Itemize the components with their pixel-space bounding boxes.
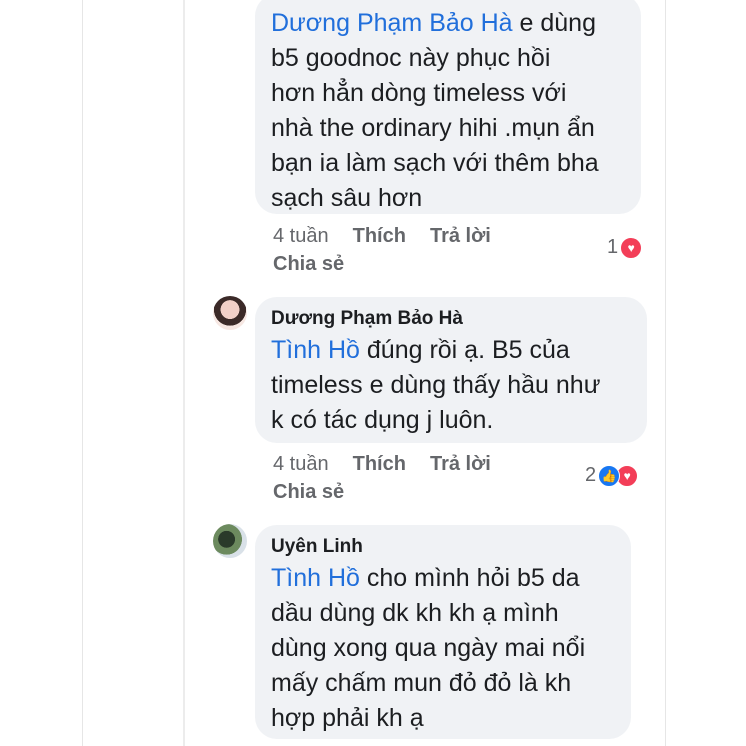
comment-bubble: Dương Phạm Bảo Hà Tình Hồ đúng rồi ạ. B5… [255,297,647,443]
share-button[interactable]: Chia sẻ [273,253,344,275]
mention-link[interactable]: Dương Phạm Bảo Hà [271,9,513,37]
share-button[interactable]: Chia sẻ [273,481,344,503]
avatar[interactable] [213,524,247,558]
reply-button[interactable]: Trả lời [430,225,491,247]
like-button[interactable]: Thích [353,225,406,247]
comment-body: Tình Hồ đúng rồi ạ. B5 của timeless e dù… [271,333,631,438]
thread-connector-line [183,0,185,746]
heart-reaction-icon: ♥ [620,236,643,259]
mention-link[interactable]: Tình Hồ [271,564,360,592]
comment-author[interactable]: Dương Phạm Bảo Hà [271,305,631,333]
comment-meta: 4 tuần Thích Trả lời Chia sẻ [273,450,543,506]
comment-bubble: Dương Phạm Bảo Hà e dùng b5 goodnoc này … [255,0,641,214]
mention-link[interactable]: Tình Hồ [271,336,360,364]
comment-body: Tình Hồ cho mình hỏi b5 da dầu dùng dk k… [271,561,615,736]
comment-author[interactable]: Uyên Linh [271,533,615,561]
comment-text: e dùng b5 goodnoc này phục hồi hơn hẳn d… [271,9,599,212]
reaction-summary[interactable]: 2 👍 ♥ [585,464,639,487]
comment-body: Dương Phạm Bảo Hà e dùng b5 goodnoc này … [271,6,625,216]
comment-bubble: Uyên Linh Tình Hồ cho mình hỏi b5 da dầu… [255,525,631,739]
comment-meta: 4 tuần Thích Trả lời Chia sẻ [273,222,543,278]
comment-thread: Dương Phạm Bảo Hà e dùng b5 goodnoc này … [82,0,666,746]
thumbs-up-reaction-icon: 👍 [598,464,621,487]
reply-button[interactable]: Trả lời [430,453,491,475]
reaction-count: 1 [607,236,619,258]
comment-time[interactable]: 4 tuần [273,225,329,247]
reaction-count: 2 [585,464,597,486]
comment-time[interactable]: 4 tuần [273,453,329,475]
avatar[interactable] [213,296,247,330]
reaction-summary[interactable]: 1 ♥ [607,236,643,259]
like-button[interactable]: Thích [353,453,406,475]
